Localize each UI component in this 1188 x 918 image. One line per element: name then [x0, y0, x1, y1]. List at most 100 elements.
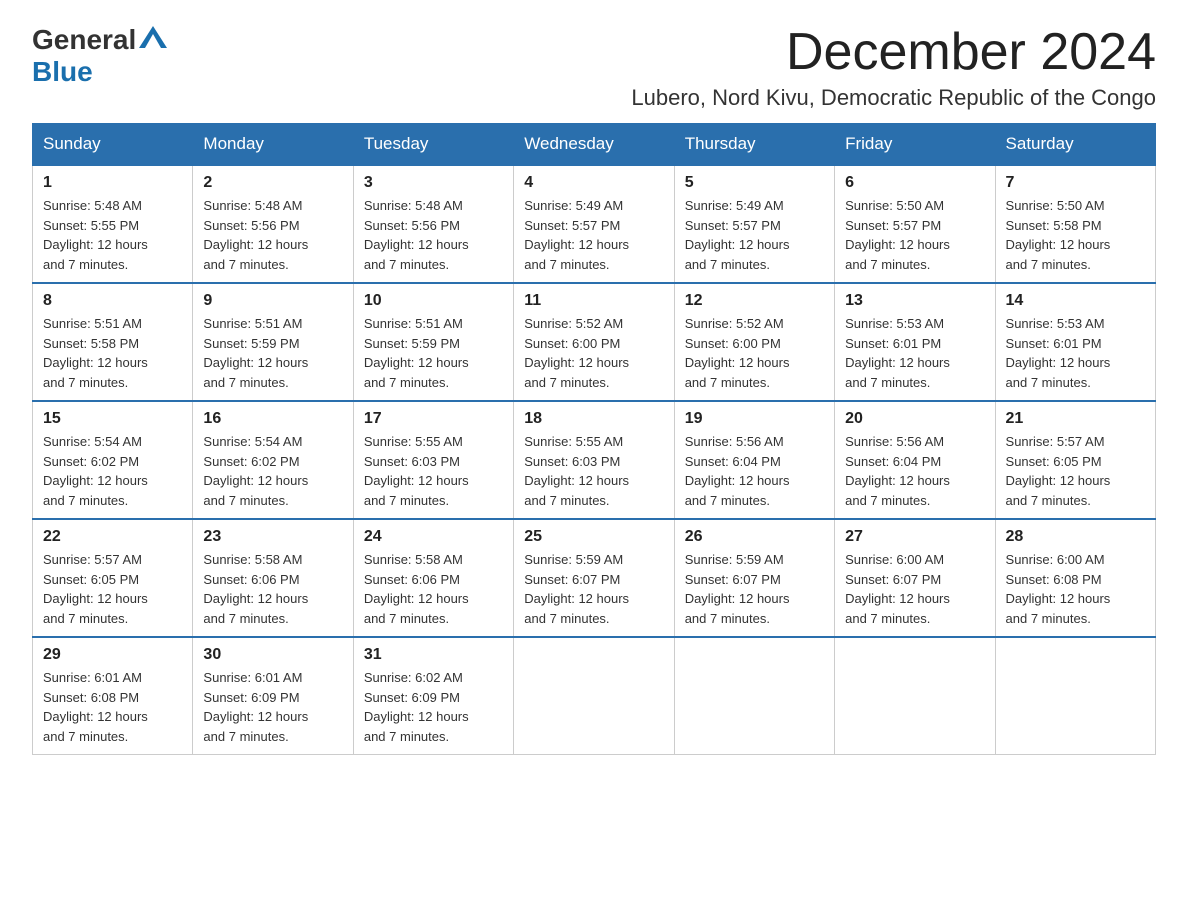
day-info: Sunrise: 5:50 AMSunset: 5:57 PMDaylight:… [845, 198, 950, 272]
day-number: 16 [203, 410, 342, 428]
calendar-title: December 2024 [631, 24, 1156, 81]
table-row: 13 Sunrise: 5:53 AMSunset: 6:01 PMDaylig… [835, 283, 995, 401]
day-info: Sunrise: 6:01 AMSunset: 6:09 PMDaylight:… [203, 670, 308, 744]
day-info: Sunrise: 6:00 AMSunset: 6:07 PMDaylight:… [845, 552, 950, 626]
header-saturday: Saturday [995, 124, 1155, 166]
table-row: 10 Sunrise: 5:51 AMSunset: 5:59 PMDaylig… [353, 283, 513, 401]
day-number: 6 [845, 174, 984, 192]
day-number: 12 [685, 292, 824, 310]
day-info: Sunrise: 5:57 AMSunset: 6:05 PMDaylight:… [1006, 434, 1111, 508]
calendar-week-row: 29 Sunrise: 6:01 AMSunset: 6:08 PMDaylig… [33, 637, 1156, 755]
day-info: Sunrise: 5:53 AMSunset: 6:01 PMDaylight:… [1006, 316, 1111, 390]
table-row: 27 Sunrise: 6:00 AMSunset: 6:07 PMDaylig… [835, 519, 995, 637]
table-row: 15 Sunrise: 5:54 AMSunset: 6:02 PMDaylig… [33, 401, 193, 519]
day-number: 28 [1006, 528, 1145, 546]
title-section: December 2024 Lubero, Nord Kivu, Democra… [631, 24, 1156, 111]
weekday-header-row: Sunday Monday Tuesday Wednesday Thursday… [33, 124, 1156, 166]
day-number: 29 [43, 646, 182, 664]
table-row [514, 637, 674, 755]
day-number: 27 [845, 528, 984, 546]
day-info: Sunrise: 5:51 AMSunset: 5:58 PMDaylight:… [43, 316, 148, 390]
day-number: 9 [203, 292, 342, 310]
table-row [995, 637, 1155, 755]
day-number: 11 [524, 292, 663, 310]
table-row [835, 637, 995, 755]
day-info: Sunrise: 5:53 AMSunset: 6:01 PMDaylight:… [845, 316, 950, 390]
day-info: Sunrise: 5:57 AMSunset: 6:05 PMDaylight:… [43, 552, 148, 626]
table-row: 22 Sunrise: 5:57 AMSunset: 6:05 PMDaylig… [33, 519, 193, 637]
table-row: 26 Sunrise: 5:59 AMSunset: 6:07 PMDaylig… [674, 519, 834, 637]
day-info: Sunrise: 5:58 AMSunset: 6:06 PMDaylight:… [364, 552, 469, 626]
table-row: 4 Sunrise: 5:49 AMSunset: 5:57 PMDayligh… [514, 165, 674, 283]
day-number: 31 [364, 646, 503, 664]
day-info: Sunrise: 5:48 AMSunset: 5:56 PMDaylight:… [364, 198, 469, 272]
table-row: 23 Sunrise: 5:58 AMSunset: 6:06 PMDaylig… [193, 519, 353, 637]
table-row: 29 Sunrise: 6:01 AMSunset: 6:08 PMDaylig… [33, 637, 193, 755]
table-row: 11 Sunrise: 5:52 AMSunset: 6:00 PMDaylig… [514, 283, 674, 401]
day-info: Sunrise: 5:54 AMSunset: 6:02 PMDaylight:… [43, 434, 148, 508]
calendar-week-row: 15 Sunrise: 5:54 AMSunset: 6:02 PMDaylig… [33, 401, 1156, 519]
day-number: 24 [364, 528, 503, 546]
day-number: 10 [364, 292, 503, 310]
day-number: 13 [845, 292, 984, 310]
day-number: 30 [203, 646, 342, 664]
day-number: 1 [43, 174, 182, 192]
day-info: Sunrise: 5:48 AMSunset: 5:56 PMDaylight:… [203, 198, 308, 272]
day-number: 4 [524, 174, 663, 192]
day-number: 22 [43, 528, 182, 546]
day-number: 5 [685, 174, 824, 192]
table-row: 3 Sunrise: 5:48 AMSunset: 5:56 PMDayligh… [353, 165, 513, 283]
logo: General Blue [32, 24, 167, 88]
table-row: 17 Sunrise: 5:55 AMSunset: 6:03 PMDaylig… [353, 401, 513, 519]
day-info: Sunrise: 5:58 AMSunset: 6:06 PMDaylight:… [203, 552, 308, 626]
page-header: General Blue December 2024 Lubero, Nord … [32, 24, 1156, 111]
table-row: 25 Sunrise: 5:59 AMSunset: 6:07 PMDaylig… [514, 519, 674, 637]
day-info: Sunrise: 5:56 AMSunset: 6:04 PMDaylight:… [845, 434, 950, 508]
table-row: 6 Sunrise: 5:50 AMSunset: 5:57 PMDayligh… [835, 165, 995, 283]
day-info: Sunrise: 5:59 AMSunset: 6:07 PMDaylight:… [685, 552, 790, 626]
calendar-week-row: 1 Sunrise: 5:48 AMSunset: 5:55 PMDayligh… [33, 165, 1156, 283]
table-row: 20 Sunrise: 5:56 AMSunset: 6:04 PMDaylig… [835, 401, 995, 519]
calendar-table: Sunday Monday Tuesday Wednesday Thursday… [32, 123, 1156, 755]
day-info: Sunrise: 5:48 AMSunset: 5:55 PMDaylight:… [43, 198, 148, 272]
table-row: 9 Sunrise: 5:51 AMSunset: 5:59 PMDayligh… [193, 283, 353, 401]
day-number: 21 [1006, 410, 1145, 428]
table-row [674, 637, 834, 755]
day-number: 15 [43, 410, 182, 428]
day-number: 14 [1006, 292, 1145, 310]
table-row: 14 Sunrise: 5:53 AMSunset: 6:01 PMDaylig… [995, 283, 1155, 401]
header-sunday: Sunday [33, 124, 193, 166]
day-info: Sunrise: 5:49 AMSunset: 5:57 PMDaylight:… [685, 198, 790, 272]
day-number: 25 [524, 528, 663, 546]
calendar-week-row: 22 Sunrise: 5:57 AMSunset: 6:05 PMDaylig… [33, 519, 1156, 637]
calendar-subtitle: Lubero, Nord Kivu, Democratic Republic o… [631, 85, 1156, 111]
day-info: Sunrise: 5:55 AMSunset: 6:03 PMDaylight:… [524, 434, 629, 508]
table-row: 7 Sunrise: 5:50 AMSunset: 5:58 PMDayligh… [995, 165, 1155, 283]
day-info: Sunrise: 6:02 AMSunset: 6:09 PMDaylight:… [364, 670, 469, 744]
table-row: 31 Sunrise: 6:02 AMSunset: 6:09 PMDaylig… [353, 637, 513, 755]
day-info: Sunrise: 5:50 AMSunset: 5:58 PMDaylight:… [1006, 198, 1111, 272]
day-number: 7 [1006, 174, 1145, 192]
table-row: 16 Sunrise: 5:54 AMSunset: 6:02 PMDaylig… [193, 401, 353, 519]
table-row: 2 Sunrise: 5:48 AMSunset: 5:56 PMDayligh… [193, 165, 353, 283]
day-info: Sunrise: 5:56 AMSunset: 6:04 PMDaylight:… [685, 434, 790, 508]
table-row: 5 Sunrise: 5:49 AMSunset: 5:57 PMDayligh… [674, 165, 834, 283]
table-row: 1 Sunrise: 5:48 AMSunset: 5:55 PMDayligh… [33, 165, 193, 283]
table-row: 28 Sunrise: 6:00 AMSunset: 6:08 PMDaylig… [995, 519, 1155, 637]
day-number: 8 [43, 292, 182, 310]
day-number: 17 [364, 410, 503, 428]
day-info: Sunrise: 6:01 AMSunset: 6:08 PMDaylight:… [43, 670, 148, 744]
table-row: 19 Sunrise: 5:56 AMSunset: 6:04 PMDaylig… [674, 401, 834, 519]
day-info: Sunrise: 5:52 AMSunset: 6:00 PMDaylight:… [524, 316, 629, 390]
header-friday: Friday [835, 124, 995, 166]
day-info: Sunrise: 6:00 AMSunset: 6:08 PMDaylight:… [1006, 552, 1111, 626]
day-info: Sunrise: 5:51 AMSunset: 5:59 PMDaylight:… [364, 316, 469, 390]
day-info: Sunrise: 5:52 AMSunset: 6:00 PMDaylight:… [685, 316, 790, 390]
day-info: Sunrise: 5:55 AMSunset: 6:03 PMDaylight:… [364, 434, 469, 508]
day-number: 26 [685, 528, 824, 546]
day-number: 19 [685, 410, 824, 428]
day-info: Sunrise: 5:59 AMSunset: 6:07 PMDaylight:… [524, 552, 629, 626]
logo-general-text: General [32, 24, 136, 56]
day-info: Sunrise: 5:51 AMSunset: 5:59 PMDaylight:… [203, 316, 308, 390]
day-info: Sunrise: 5:49 AMSunset: 5:57 PMDaylight:… [524, 198, 629, 272]
